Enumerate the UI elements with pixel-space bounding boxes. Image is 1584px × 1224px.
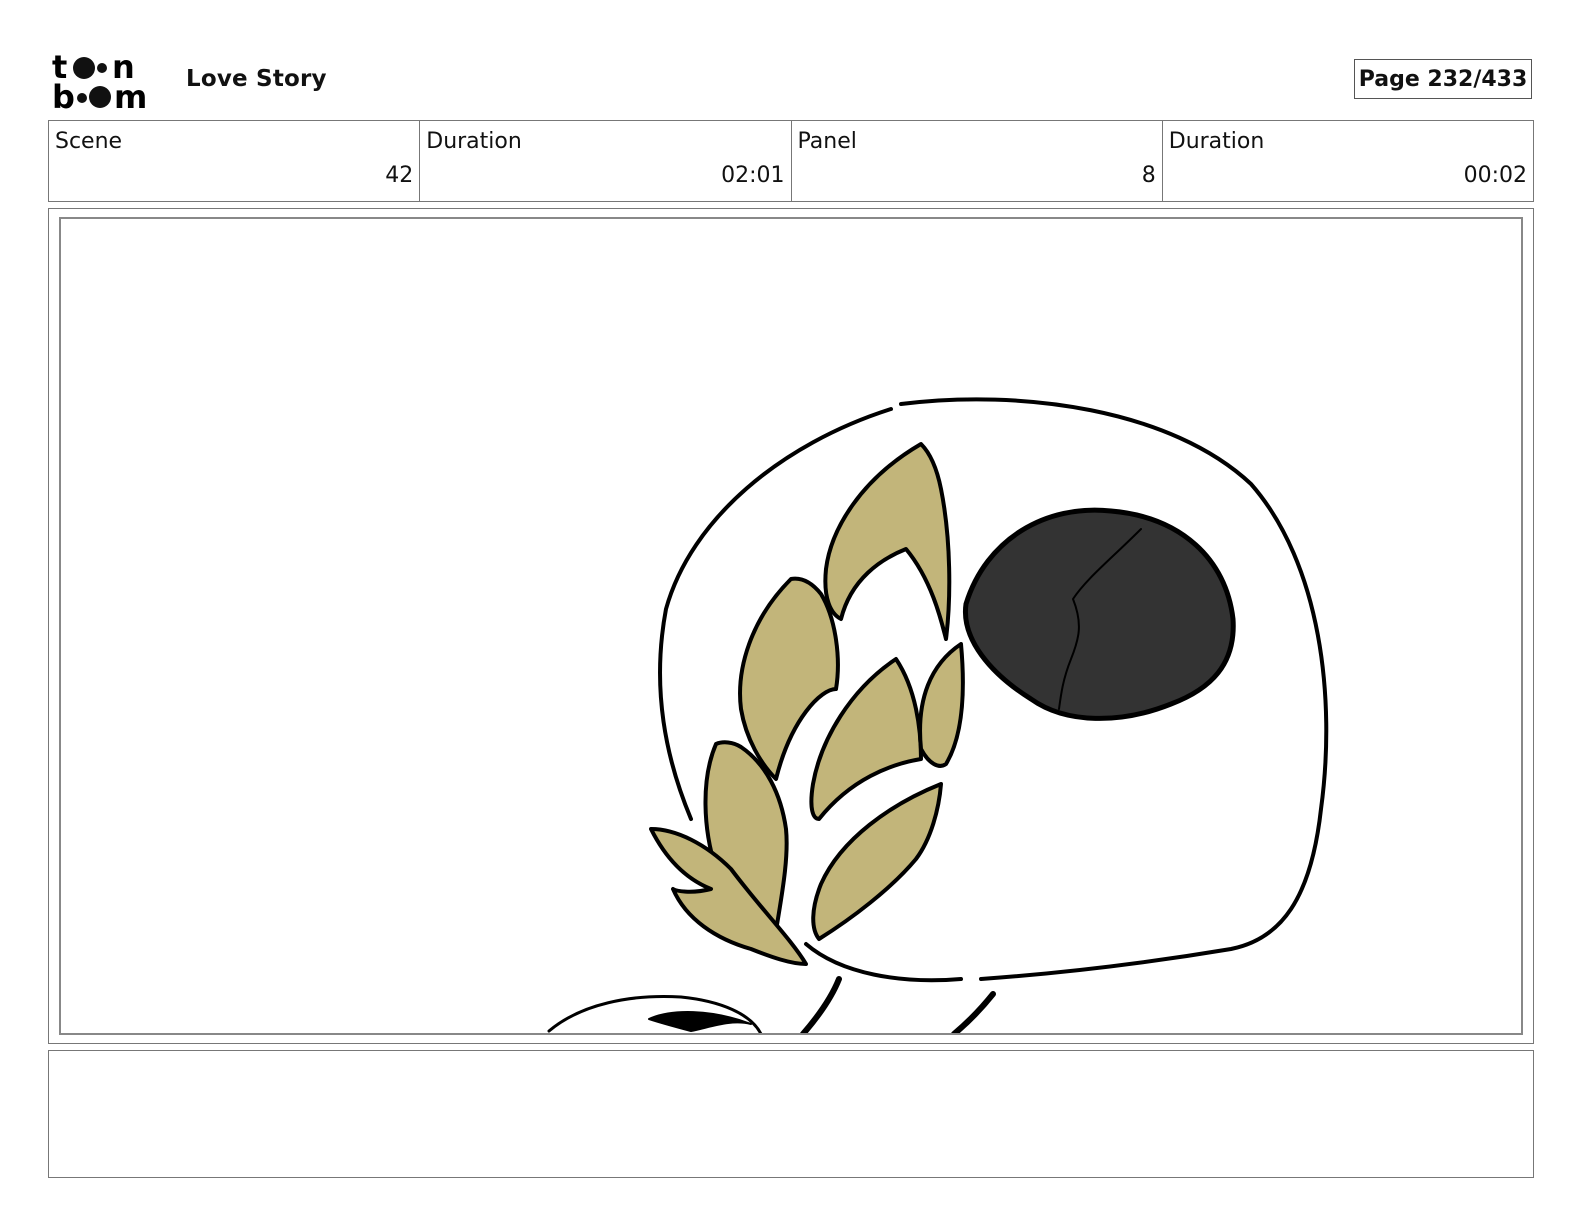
scene-label: Scene — [55, 129, 123, 154]
svg-text:b: b — [52, 78, 75, 112]
arm-stroke — [800, 976, 842, 1033]
head-outline-bottom — [804, 942, 963, 983]
eye — [962, 507, 1236, 721]
leg-stroke — [951, 991, 996, 1033]
info-strip: Scene 42 Duration 02:01 Panel 8 Duration… — [48, 120, 1534, 202]
scene-duration-value: 02:01 — [721, 163, 785, 188]
scene-duration-label: Duration — [426, 129, 522, 154]
scene-value: 42 — [385, 163, 414, 188]
panel-duration-label: Duration — [1168, 129, 1265, 154]
small-figure-dark — [648, 1011, 752, 1032]
panel-duration-cell: Duration 00:02 — [1163, 121, 1533, 201]
svg-text:m: m — [114, 78, 147, 112]
scene-duration-cell: Duration 02:01 — [420, 121, 792, 201]
panel-notes — [48, 1050, 1534, 1178]
panel-drawing — [547, 397, 1329, 1033]
panel-label: Panel — [797, 129, 857, 154]
panel-value: 8 — [1141, 163, 1156, 188]
leaf-top — [823, 442, 952, 641]
leaf-lower-right — [811, 782, 943, 941]
leaf-right — [918, 642, 965, 768]
storyboard-panel-frame — [48, 208, 1534, 1044]
scene-cell: Scene 42 — [49, 121, 421, 201]
storyboard-panel — [59, 217, 1523, 1035]
project-title: Love Story — [186, 66, 327, 92]
panel-duration-value: 00:02 — [1463, 163, 1527, 188]
toon-boom-logo: t n b m — [52, 48, 164, 116]
panel-cell: Panel 8 — [792, 121, 1163, 201]
small-figure — [547, 995, 763, 1033]
page-indicator: Page 232/433 — [1354, 59, 1532, 99]
